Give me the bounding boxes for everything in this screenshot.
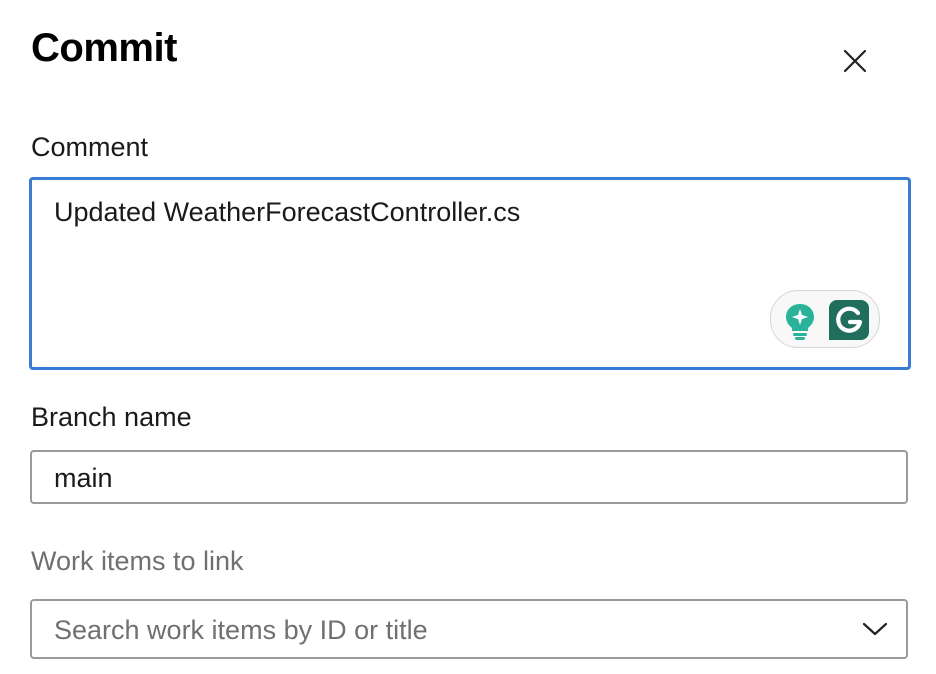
lightbulb-sparkle-icon[interactable]: [783, 302, 817, 340]
commit-dialog: Commit Comment Updated WeatherForecastCo…: [0, 0, 936, 674]
work-items-label: Work items to link: [31, 546, 244, 576]
grammarly-icon[interactable]: [827, 298, 871, 342]
close-button[interactable]: [836, 42, 874, 80]
writing-assistant-widget[interactable]: [770, 290, 880, 348]
work-items-search-dropdown[interactable]: Search work items by ID or title: [30, 599, 908, 659]
work-items-placeholder[interactable]: Search work items by ID or title: [54, 614, 428, 646]
branch-name-input[interactable]: main: [30, 450, 908, 504]
close-icon: [843, 49, 867, 73]
comment-textarea[interactable]: Updated WeatherForecastController.cs: [29, 177, 911, 370]
chevron-down-icon[interactable]: [862, 621, 888, 637]
branch-name-label: Branch name: [31, 402, 192, 432]
dialog-title: Commit: [31, 26, 177, 70]
comment-label: Comment: [31, 132, 149, 162]
comment-text[interactable]: Updated WeatherForecastController.cs: [54, 195, 520, 229]
branch-name-value[interactable]: main: [54, 462, 113, 494]
